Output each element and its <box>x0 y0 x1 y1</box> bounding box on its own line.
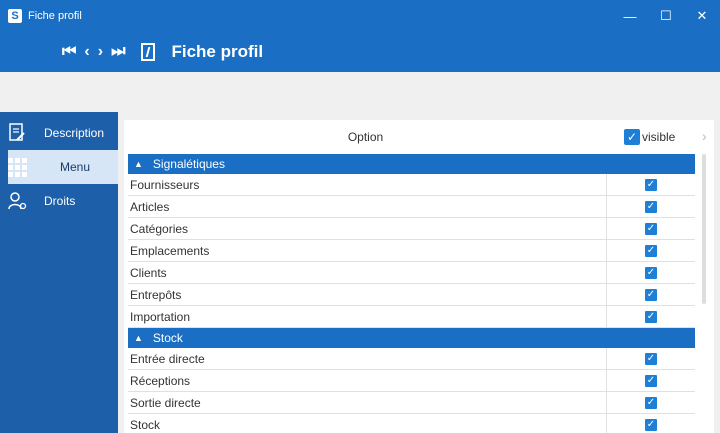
option-name: Fournisseurs <box>128 173 607 196</box>
app-logo-icon: S <box>8 9 22 23</box>
first-record-icon[interactable]: ⏮ <box>62 42 76 62</box>
visible-checkbox[interactable]: ✓ <box>645 288 657 301</box>
vertical-scrollbar[interactable] <box>702 154 706 304</box>
option-name: Importation <box>128 305 607 328</box>
collapse-triangle-icon[interactable]: ▲ <box>134 159 143 169</box>
group-row-stock[interactable]: ▲ Stock <box>128 328 695 348</box>
collapse-triangle-icon[interactable]: ▲ <box>134 333 143 343</box>
window-controls: — ☐ ✕ <box>612 0 720 32</box>
title-bar: S Fiche profil — ☐ ✕ <box>0 0 720 32</box>
minimize-button[interactable]: — <box>612 0 648 32</box>
visible-checkbox[interactable]: ✓ <box>645 244 657 257</box>
window-title: Fiche profil <box>28 10 82 22</box>
toolbar-strip <box>0 72 720 112</box>
select-all-checkbox[interactable]: ✓ <box>624 129 640 145</box>
option-name: Stock <box>128 413 607 433</box>
visible-checkbox[interactable]: ✓ <box>645 374 657 387</box>
option-name: Réceptions <box>128 369 607 392</box>
group-label: Signalétiques <box>152 157 225 171</box>
table-row: Stock ✓ <box>128 413 695 433</box>
sidebar: Description Menu Droits <box>0 112 118 433</box>
user-rights-icon <box>6 190 28 212</box>
sidebar-item-droits[interactable]: Droits <box>0 184 118 218</box>
table-row: Entrepôts ✓ <box>128 283 695 306</box>
record-navigation: ⏮ ‹ › ⏭ <box>62 40 156 64</box>
option-name: Sortie directe <box>128 391 607 414</box>
sidebar-item-description[interactable]: Description <box>0 116 118 150</box>
last-record-icon[interactable]: ⏭ <box>111 42 125 62</box>
column-header-option: Option <box>347 130 384 144</box>
option-name: Emplacements <box>128 239 607 262</box>
chevron-right-icon[interactable]: › <box>702 128 707 144</box>
page-header: ⏮ ‹ › ⏭ Fiche profil <box>0 32 720 72</box>
option-name: Clients <box>128 261 607 284</box>
table-row: Clients ✓ <box>128 261 695 284</box>
visible-checkbox[interactable]: ✓ <box>645 266 657 279</box>
visible-checkbox[interactable]: ✓ <box>645 178 657 191</box>
document-icon[interactable] <box>141 43 156 61</box>
visible-checkbox[interactable]: ✓ <box>645 396 657 409</box>
close-button[interactable]: ✕ <box>684 0 720 32</box>
table-row: Réceptions ✓ <box>128 369 695 392</box>
sidebar-item-label: Description <box>44 126 105 140</box>
table-header: Option ✓ visible <box>124 120 699 154</box>
sidebar-item-menu[interactable]: Menu <box>6 150 118 184</box>
previous-record-icon[interactable]: ‹ <box>84 42 89 62</box>
table-row: Fournisseurs ✓ <box>128 173 695 196</box>
option-name: Catégories <box>128 217 607 240</box>
group-label: Stock <box>152 331 183 345</box>
table-row: Entrée directe ✓ <box>128 347 695 370</box>
visible-checkbox[interactable]: ✓ <box>645 310 657 323</box>
visible-checkbox[interactable]: ✓ <box>645 200 657 213</box>
grid-icon <box>6 156 28 178</box>
visible-label: visible <box>642 130 676 144</box>
next-record-icon[interactable]: › <box>98 42 103 62</box>
option-name: Entrepôts <box>128 283 607 306</box>
visible-checkbox[interactable]: ✓ <box>645 418 657 431</box>
sidebar-item-label: Droits <box>44 194 76 208</box>
maximize-button[interactable]: ☐ <box>648 0 684 32</box>
option-name: Articles <box>128 195 607 218</box>
table-row: Importation ✓ <box>128 305 695 328</box>
options-table: ▲ Signalétiques Fournisseurs ✓ Articles ✓ … <box>128 154 695 433</box>
sidebar-item-label: Menu <box>60 160 91 174</box>
table-row: Catégories ✓ <box>128 217 695 240</box>
group-row-signaletiques[interactable]: ▲ Signalétiques <box>128 154 695 174</box>
visible-checkbox[interactable]: ✓ <box>645 352 657 365</box>
table-row: Emplacements ✓ <box>128 239 695 262</box>
description-icon <box>6 122 28 144</box>
table-row: Sortie directe ✓ <box>128 391 695 414</box>
page-title: Fiche profil <box>171 42 264 61</box>
visible-checkbox[interactable]: ✓ <box>645 222 657 235</box>
table-row: Articles ✓ <box>128 195 695 218</box>
options-panel: Option ✓ visible › ▲ Signalétiques Fourn… <box>124 120 714 433</box>
column-header-visible[interactable]: ✓ visible <box>624 129 675 145</box>
option-name: Entrée directe <box>128 347 607 370</box>
